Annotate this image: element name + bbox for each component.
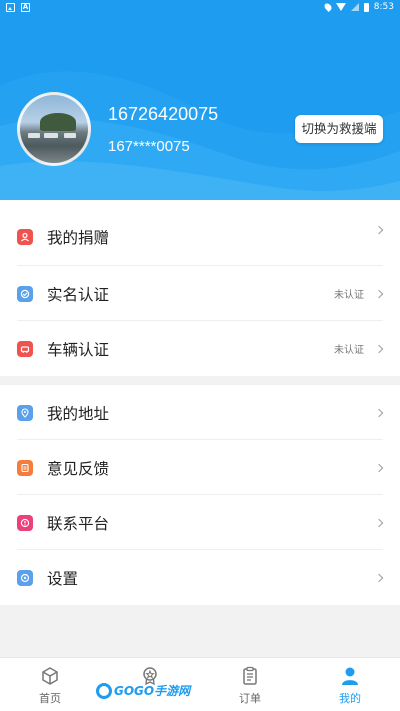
menu-item-feedback[interactable]: 意见反馈 [0, 440, 400, 495]
image-icon [6, 3, 15, 12]
nav-profile[interactable]: 我的 [300, 658, 400, 711]
verification-status: 未认证 [334, 345, 364, 356]
nav-label: 我的 [339, 692, 361, 705]
watermark-logo-icon [96, 682, 112, 699]
menu-item-label: 车辆认证 [47, 340, 110, 359]
menu-item-my-donation[interactable]: 我的捐赠 [0, 200, 400, 266]
chevron-right-icon [374, 518, 384, 527]
menu-item-label: 我的地址 [47, 404, 110, 423]
menu-item-real-name-verification[interactable]: 实名认证 未认证 [0, 266, 400, 321]
menu-item-label: 意见反馈 [47, 459, 110, 478]
menu-group-2: 我的地址 意见反馈 联系平台 设置 [0, 385, 400, 605]
watermark-text: GOGO手游网 [114, 684, 191, 698]
status-bar: A 8:53 [0, 0, 400, 16]
donation-icon [17, 229, 33, 245]
a-icon: A [21, 3, 30, 12]
contact-icon [17, 514, 33, 531]
location-icon [322, 2, 333, 12]
nav-label: 首页 [39, 692, 61, 705]
menu-item-label: 我的捐赠 [47, 229, 110, 247]
avatar[interactable] [17, 92, 91, 166]
user-phone: 16726420075 [108, 104, 219, 124]
battery-icon [363, 2, 369, 12]
verification-status: 未认证 [334, 290, 364, 301]
location-pin-icon [17, 404, 33, 421]
car-icon [17, 340, 33, 357]
chevron-right-icon [374, 573, 384, 582]
menu-item-my-address[interactable]: 我的地址 [0, 385, 400, 440]
signal-icon [350, 3, 359, 11]
chevron-right-icon [374, 408, 384, 417]
user-phone-masked: 167****0075 [108, 138, 190, 155]
menu-item-label: 设置 [47, 569, 79, 588]
menu-group-1: 我的捐赠 实名认证 未认证 车辆认证 未认证 [0, 200, 400, 376]
home-icon [42, 667, 58, 685]
menu-item-label: 联系平台 [47, 514, 110, 533]
status-time: 8:53 [373, 2, 394, 12]
menu-item-vehicle-verification[interactable]: 车辆认证 未认证 [0, 321, 400, 376]
settings-icon [17, 569, 33, 586]
nav-label: 订单 [239, 692, 261, 705]
chevron-right-icon [374, 463, 384, 472]
watermark: GOGO手游网 [96, 682, 190, 699]
profile-header: 16726420075 167****0075 切换为救援端 [0, 16, 400, 200]
verify-icon [17, 285, 33, 302]
chevron-right-icon [374, 344, 384, 353]
profile-icon [342, 667, 358, 685]
wifi-icon [335, 3, 346, 11]
feedback-icon [17, 459, 33, 476]
switch-to-rescue-button[interactable]: 切换为救援端 [295, 115, 383, 143]
menu-item-label: 实名认证 [47, 285, 110, 304]
chevron-right-icon [374, 289, 384, 298]
chevron-right-icon [374, 225, 384, 235]
menu-item-contact-platform[interactable]: 联系平台 [0, 495, 400, 550]
menu-item-settings[interactable]: 设置 [0, 550, 400, 605]
bottom-nav: 首页 订单 我的 [0, 657, 400, 711]
nav-home[interactable]: 首页 [0, 658, 100, 711]
order-icon [243, 666, 257, 685]
nav-orders[interactable]: 订单 [200, 658, 300, 711]
